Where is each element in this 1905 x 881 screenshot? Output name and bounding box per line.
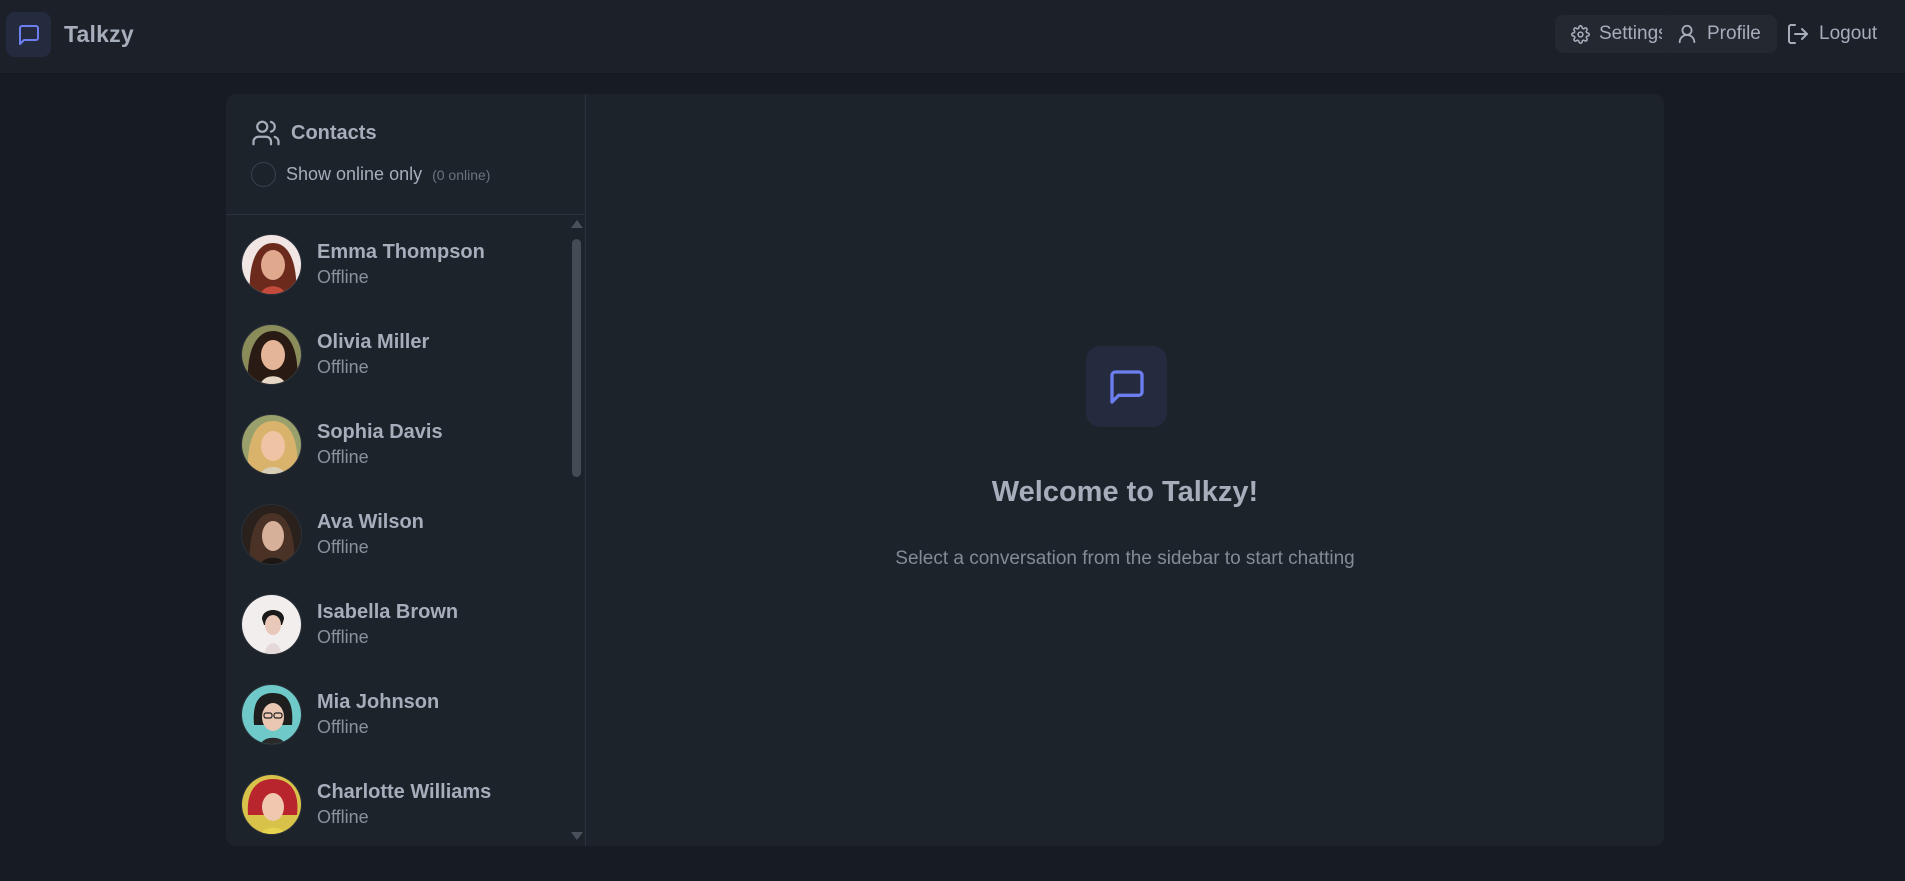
scroll-up-arrow-icon[interactable] — [571, 220, 583, 228]
logout-button[interactable]: Logout — [1782, 15, 1899, 53]
contact-status: Offline — [317, 807, 369, 827]
scroll-down-arrow-icon[interactable] — [571, 832, 583, 840]
message-square-icon — [6, 12, 51, 57]
contacts-heading: Contacts — [251, 118, 377, 148]
top-navbar: Talkzy Settings Profile Logout — [0, 0, 1905, 74]
contacts-title: Contacts — [291, 121, 377, 144]
welcome-title: Welcome to Talkzy! — [991, 476, 1259, 508]
avatar — [241, 503, 302, 565]
contact-name: Ava Wilson — [317, 511, 424, 533]
contact-name: Olivia Miller — [317, 331, 430, 353]
online-filter[interactable]: Show online only (0 online) — [251, 162, 490, 187]
gear-icon — [1571, 24, 1590, 44]
logout-icon — [1788, 24, 1808, 44]
contact-status: Offline — [317, 627, 369, 647]
contact-status: Offline — [317, 717, 369, 737]
contact-item[interactable]: Isabella Brown Offline — [226, 579, 571, 669]
avatar — [241, 233, 302, 295]
contact-list[interactable]: Emma Thompson Offline Olivia Miller Offl… — [226, 216, 585, 846]
avatar — [241, 413, 302, 475]
contact-name: Isabella Brown — [317, 601, 459, 623]
contact-list-scrollbar[interactable] — [569, 216, 583, 846]
contact-item[interactable]: Emma Thompson Offline — [226, 219, 571, 309]
welcome-subtitle: Select a conversation from the sidebar t… — [895, 548, 1355, 569]
logout-label: Logout — [1819, 23, 1878, 44]
profile-label: Profile — [1707, 23, 1761, 44]
contact-name: Charlotte Williams — [317, 781, 492, 803]
app-name: Talkzy — [64, 21, 134, 47]
contact-name: Emma Thompson — [317, 241, 485, 263]
settings-label: Settings — [1599, 23, 1668, 44]
show-online-checkbox[interactable] — [251, 162, 276, 187]
contact-item[interactable]: Ava Wilson Offline — [226, 489, 571, 579]
scrollbar-thumb[interactable] — [572, 239, 581, 477]
avatar — [241, 593, 302, 655]
avatar — [241, 773, 302, 835]
contact-item[interactable]: Charlotte Williams Offline — [226, 759, 571, 846]
user-icon — [1678, 24, 1696, 44]
show-online-label: Show online only — [286, 164, 423, 184]
contact-name: Mia Johnson — [317, 691, 440, 713]
profile-button[interactable]: Profile — [1662, 15, 1777, 53]
contact-item[interactable]: Sophia Davis Offline — [226, 399, 571, 489]
contact-name: Sophia Davis — [317, 421, 443, 443]
online-count: (0 online) — [432, 166, 491, 183]
contact-item[interactable]: Olivia Miller Offline — [226, 309, 571, 399]
sidebar-header: Contacts Show online only (0 online) — [226, 94, 585, 215]
chat-container: Contacts Show online only (0 online) Emm… — [226, 94, 1664, 846]
contact-status: Offline — [317, 267, 369, 287]
brand[interactable]: Talkzy — [6, 12, 134, 57]
users-icon — [252, 120, 280, 146]
message-square-icon — [1086, 346, 1167, 427]
contact-status: Offline — [317, 447, 369, 467]
contact-status: Offline — [317, 357, 369, 377]
avatar — [241, 683, 302, 745]
avatar — [241, 323, 302, 385]
welcome-panel: Welcome to Talkzy! Select a conversation… — [586, 94, 1664, 846]
contact-status: Offline — [317, 537, 369, 557]
contact-item[interactable]: Mia Johnson Offline — [226, 669, 571, 759]
contacts-sidebar: Contacts Show online only (0 online) Emm… — [226, 94, 586, 846]
